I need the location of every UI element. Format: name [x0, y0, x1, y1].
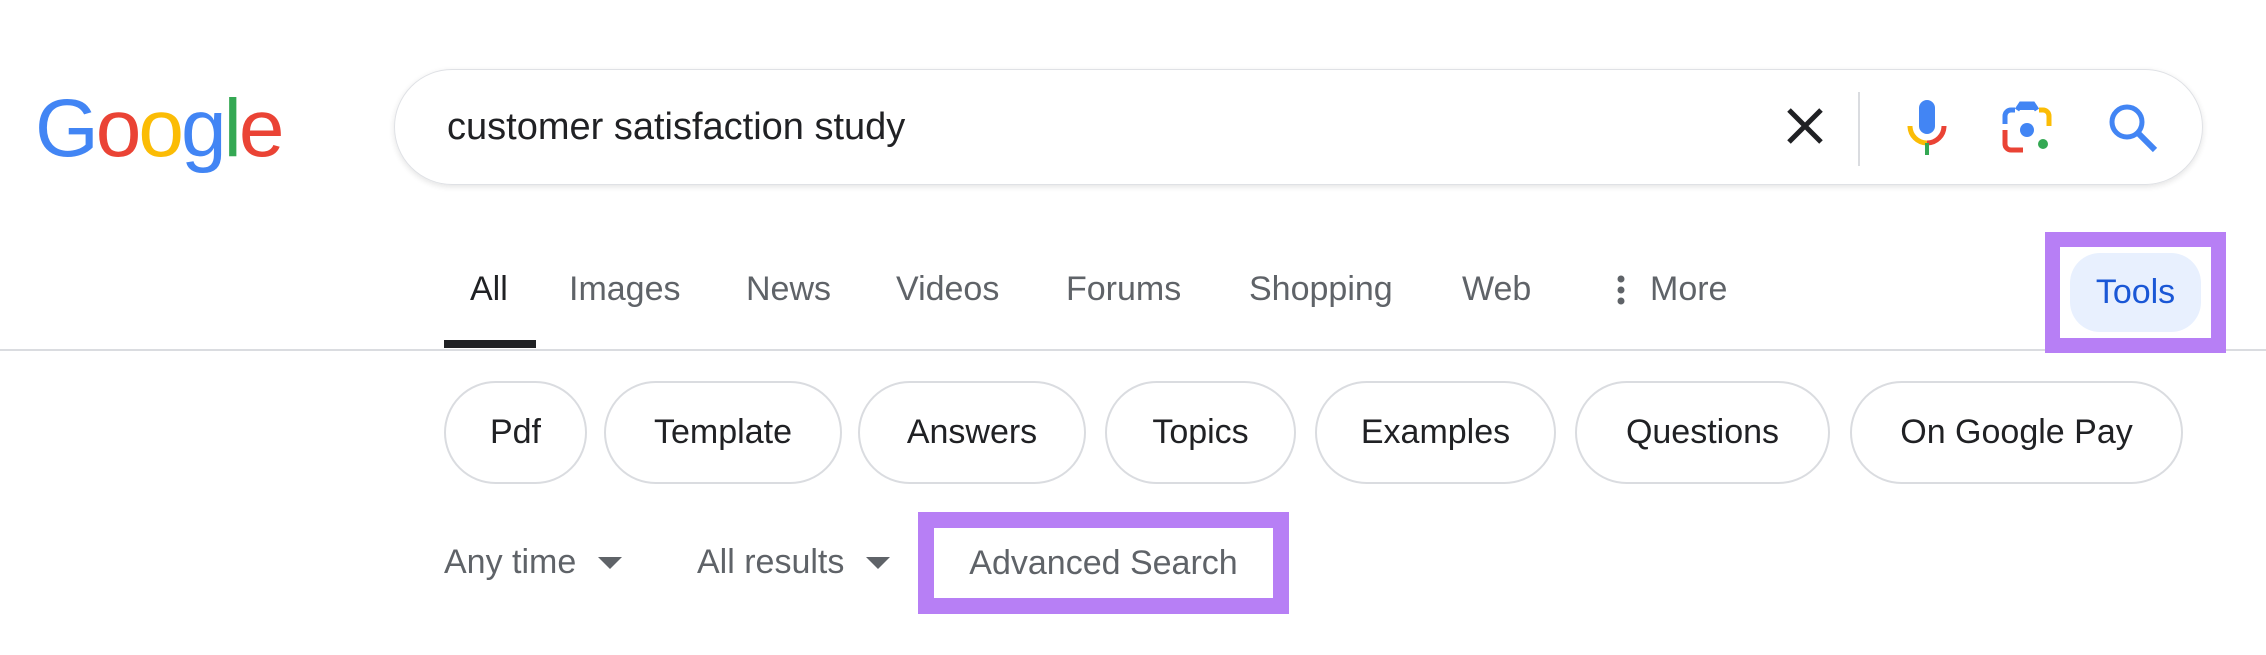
logo-letter: o	[138, 83, 184, 174]
camera-lens-icon[interactable]	[1999, 100, 2055, 161]
logo-letter: o	[95, 83, 142, 174]
tab-forums[interactable]: Forums	[1066, 270, 1181, 309]
caret-down-icon	[598, 556, 623, 569]
advanced-search-link[interactable]: Advanced Search	[918, 512, 1289, 614]
active-tab-indicator	[444, 340, 536, 348]
divider	[1858, 92, 1860, 166]
google-logo[interactable]: Google	[35, 83, 285, 174]
chip-answers[interactable]: Answers	[858, 381, 1086, 484]
tab-shopping[interactable]: Shopping	[1249, 270, 1393, 309]
chip-examples[interactable]: Examples	[1315, 381, 1556, 484]
chip-template[interactable]: Template	[604, 381, 842, 484]
chip-questions[interactable]: Questions	[1575, 381, 1830, 484]
all-results-dropdown[interactable]: All results	[697, 543, 891, 582]
search-icon[interactable]	[2105, 100, 2161, 161]
caret-down-icon	[866, 556, 891, 569]
any-time-dropdown[interactable]: Any time	[444, 543, 623, 582]
tools-button[interactable]: Tools	[2070, 253, 2201, 332]
logo-letter: g	[181, 83, 227, 174]
logo-letter: e	[238, 83, 285, 174]
tab-more-label: More	[1650, 270, 1728, 308]
chip-topics[interactable]: Topics	[1105, 381, 1296, 484]
microphone-icon[interactable]	[1905, 98, 1949, 163]
logo-letter: l	[223, 83, 242, 174]
logo-letter: G	[35, 83, 99, 174]
tab-videos[interactable]: Videos	[896, 270, 999, 309]
close-icon[interactable]	[1775, 96, 1835, 156]
tab-images[interactable]: Images	[569, 270, 681, 309]
tab-web[interactable]: Web	[1462, 270, 1531, 309]
tab-more[interactable]: More	[1614, 270, 1727, 309]
more-vert-icon	[1617, 275, 1625, 304]
tab-news[interactable]: News	[746, 270, 831, 309]
search-input[interactable]: customer satisfaction study	[447, 106, 905, 149]
any-time-label: Any time	[444, 543, 577, 581]
all-results-label: All results	[697, 543, 845, 581]
chip-on-google-pay[interactable]: On Google Pay	[1850, 381, 2183, 484]
search-box[interactable]: customer satisfaction study	[394, 69, 2203, 185]
tabs-divider	[0, 349, 2266, 351]
advanced-search-label: Advanced Search	[969, 543, 1238, 582]
tab-all[interactable]: All	[470, 270, 508, 309]
chip-pdf[interactable]: Pdf	[444, 381, 587, 484]
